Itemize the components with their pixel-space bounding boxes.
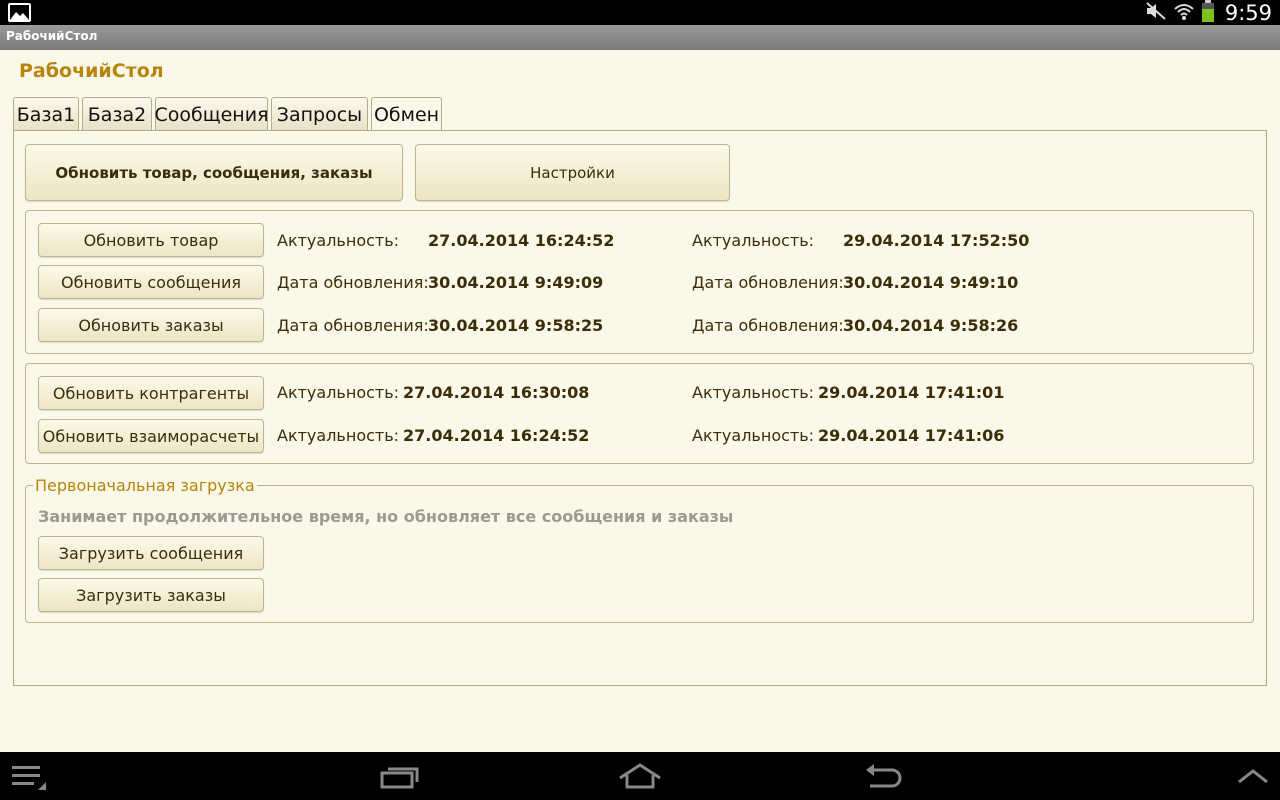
goods-actuality-label-1: Актуальность:	[277, 231, 400, 250]
settlements-actuality-label-2: Актуальность:	[692, 426, 815, 445]
messages-date-label-2: Дата обновления:	[692, 273, 844, 292]
load-messages-button[interactable]: Загрузить сообщения	[38, 536, 264, 570]
tab-baza1[interactable]: База1	[13, 97, 79, 131]
tab-requests[interactable]: Запросы	[271, 97, 368, 131]
app-title-bar: РабочийСтол	[0, 25, 1280, 50]
orders-date-label-1: Дата обновления:	[277, 316, 429, 335]
battery-icon	[1201, 0, 1215, 26]
goods-actuality-value-1: 27.04.2014 16:24:52	[428, 231, 615, 250]
update-messages-button[interactable]: Обновить сообщения	[38, 265, 264, 299]
home-icon[interactable]	[618, 762, 662, 794]
gallery-icon	[8, 3, 31, 22]
tab-exchange[interactable]: Обмен	[371, 97, 442, 132]
window-title: РабочийСтол	[6, 29, 98, 43]
update-orders-button[interactable]: Обновить заказы	[38, 308, 264, 342]
update-all-button[interactable]: Обновить товар, сообщения, заказы	[25, 144, 403, 201]
back-icon[interactable]	[862, 764, 902, 794]
menu-icon[interactable]	[10, 764, 48, 796]
navigation-bar	[0, 752, 1280, 800]
settlements-actuality-label-1: Актуальность:	[277, 426, 400, 445]
tab-baza2[interactable]: База2	[82, 97, 152, 131]
wifi-icon	[1173, 1, 1195, 25]
counterparties-actuality-label-2: Актуальность:	[692, 383, 815, 402]
update-settlements-button[interactable]: Обновить взаиморасчеты	[38, 419, 264, 453]
goods-actuality-label-2: Актуальность:	[692, 231, 815, 250]
initial-load-title: Первоначальная загрузка	[33, 476, 257, 495]
counterparties-actuality-value-1: 27.04.2014 16:30:08	[403, 383, 590, 402]
tab-bar: База1 База2 Сообщения Запросы Обмен	[13, 97, 442, 132]
settings-button[interactable]: Настройки	[415, 144, 730, 201]
counterparties-actuality-value-2: 29.04.2014 17:41:01	[818, 383, 1005, 402]
orders-date-value-1: 30.04.2014 9:58:25	[428, 316, 604, 335]
recent-apps-icon[interactable]	[380, 764, 420, 794]
clock: 9:59	[1224, 0, 1272, 25]
counterparties-actuality-label-1: Актуальность:	[277, 383, 400, 402]
initial-load-hint: Занимает продолжительное время, но обнов…	[38, 507, 734, 526]
orders-date-label-2: Дата обновления:	[692, 316, 844, 335]
messages-date-value-1: 30.04.2014 9:49:09	[428, 273, 604, 292]
settlements-actuality-value-2: 29.04.2014 17:41:06	[818, 426, 1005, 445]
settlements-actuality-value-1: 27.04.2014 16:24:52	[403, 426, 590, 445]
messages-date-value-2: 30.04.2014 9:49:10	[843, 273, 1019, 292]
status-bar: 9:59	[0, 0, 1280, 25]
load-orders-button[interactable]: Загрузить заказы	[38, 578, 264, 612]
messages-date-label-1: Дата обновления:	[277, 273, 429, 292]
orders-date-value-2: 30.04.2014 9:58:26	[843, 316, 1019, 335]
up-chevron-icon[interactable]	[1236, 766, 1270, 790]
update-counterparties-button[interactable]: Обновить контрагенты	[38, 376, 264, 410]
tab-messages[interactable]: Сообщения	[154, 97, 269, 131]
mute-icon	[1145, 1, 1167, 25]
page-title: РабочийСтол	[19, 60, 164, 82]
goods-actuality-value-2: 29.04.2014 17:52:50	[843, 231, 1030, 250]
update-goods-button[interactable]: Обновить товар	[38, 223, 264, 257]
